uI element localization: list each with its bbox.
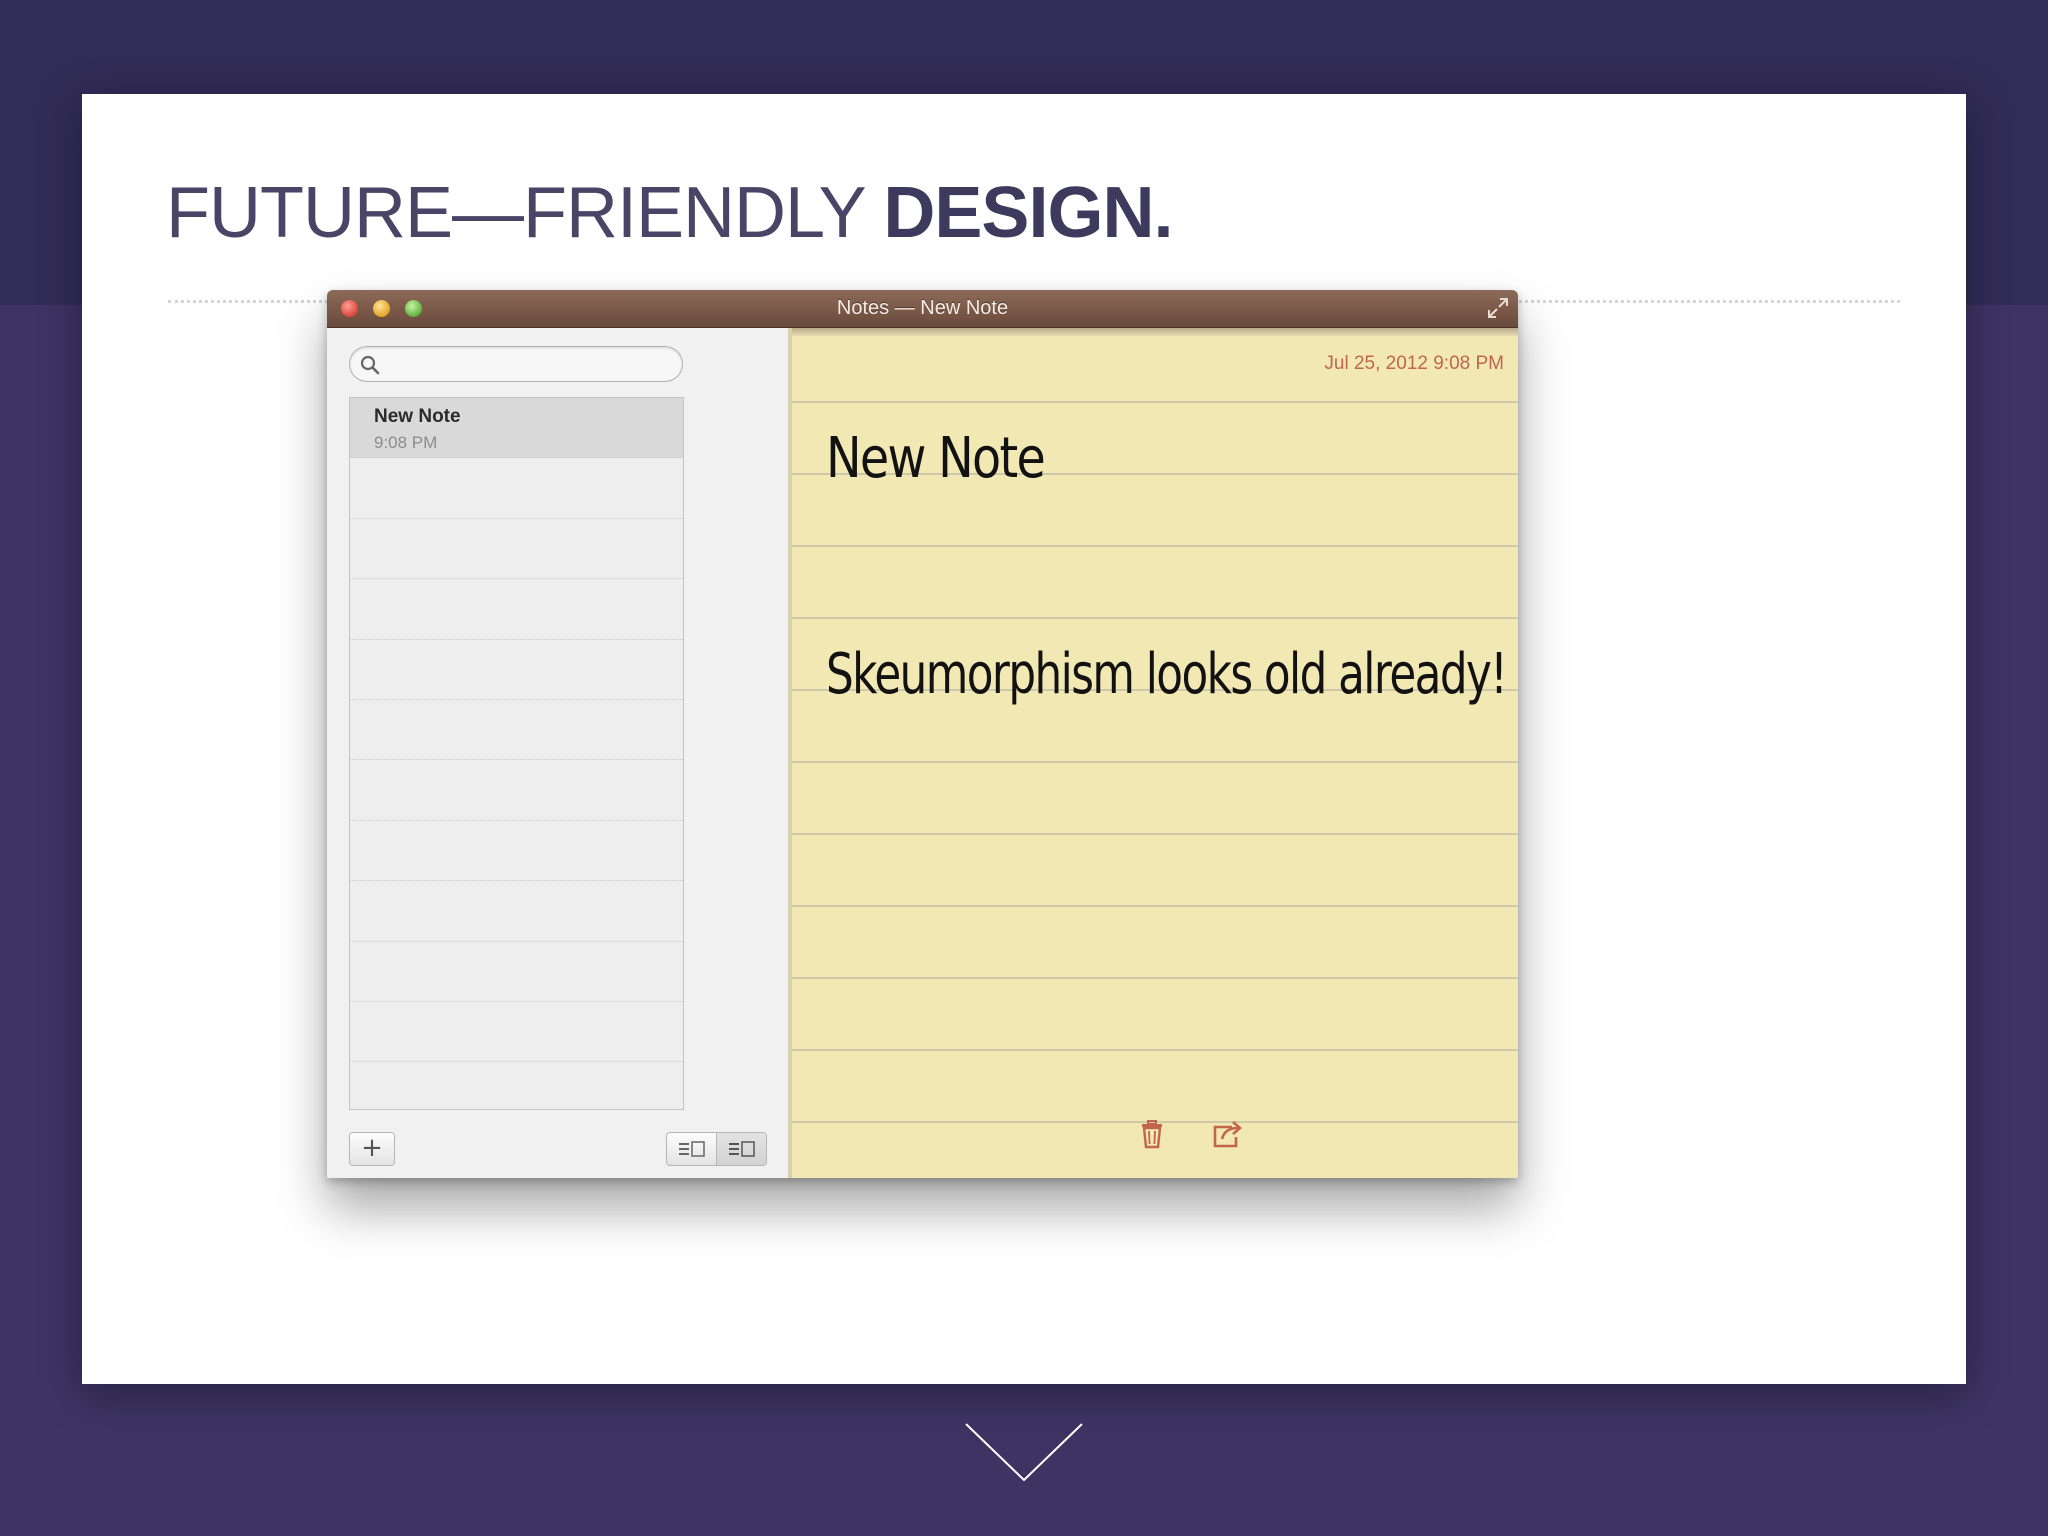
list-view-icon	[678, 1141, 705, 1157]
slide-title-thin: FUTURE—FRIENDLY	[166, 173, 884, 253]
empty-list-row	[350, 640, 683, 700]
notes-sidebar: New Note 9:08 PM +	[327, 328, 788, 1178]
folder-view-icon	[728, 1141, 755, 1157]
note-date: Jul 25, 2012 9:08 PM	[1324, 353, 1504, 374]
empty-list-row	[350, 700, 683, 761]
note-heading[interactable]: New Note	[826, 426, 1046, 491]
search-icon	[360, 355, 380, 375]
slide-title-bold: DESIGN.	[883, 173, 1173, 253]
note-list-item-time: 9:08 PM	[374, 433, 438, 452]
fullscreen-icon[interactable]	[1486, 296, 1510, 320]
trash-icon[interactable]	[1139, 1119, 1165, 1149]
empty-list-row	[350, 760, 683, 821]
note-list: New Note 9:08 PM	[349, 397, 684, 1110]
view-mode-toggle	[666, 1132, 767, 1166]
share-icon[interactable]	[1212, 1119, 1244, 1149]
empty-list-row	[350, 881, 683, 942]
next-slide-chevron-icon[interactable]	[962, 1420, 1086, 1484]
window-title: Notes — New Note	[836, 297, 1009, 319]
empty-list-row	[350, 458, 683, 519]
note-editor[interactable]: Jul 25, 2012 9:08 PM New Note Skeumorphi…	[788, 328, 1518, 1178]
search-input[interactable]	[349, 346, 683, 382]
slide-title: FUTURE—FRIENDLY DESIGN.	[166, 172, 1173, 254]
empty-list-row	[350, 519, 683, 580]
folder-view-button[interactable]	[716, 1133, 766, 1165]
window-titlebar[interactable]: Notes — New Note	[327, 290, 1518, 328]
empty-list-row	[350, 579, 683, 640]
empty-list-row	[350, 942, 683, 1002]
empty-list-row	[350, 1002, 683, 1063]
note-list-item-title: New Note	[374, 406, 461, 427]
add-note-button[interactable]: +	[349, 1132, 395, 1166]
notes-window: Notes — New Note New Note 9:08 PM + Jul …	[327, 290, 1518, 1178]
empty-list-row	[350, 821, 683, 882]
note-body[interactable]: Skeumorphism looks old already!	[826, 642, 1508, 707]
note-list-item[interactable]: New Note 9:08 PM	[350, 398, 683, 459]
list-view-button[interactable]	[667, 1133, 716, 1165]
